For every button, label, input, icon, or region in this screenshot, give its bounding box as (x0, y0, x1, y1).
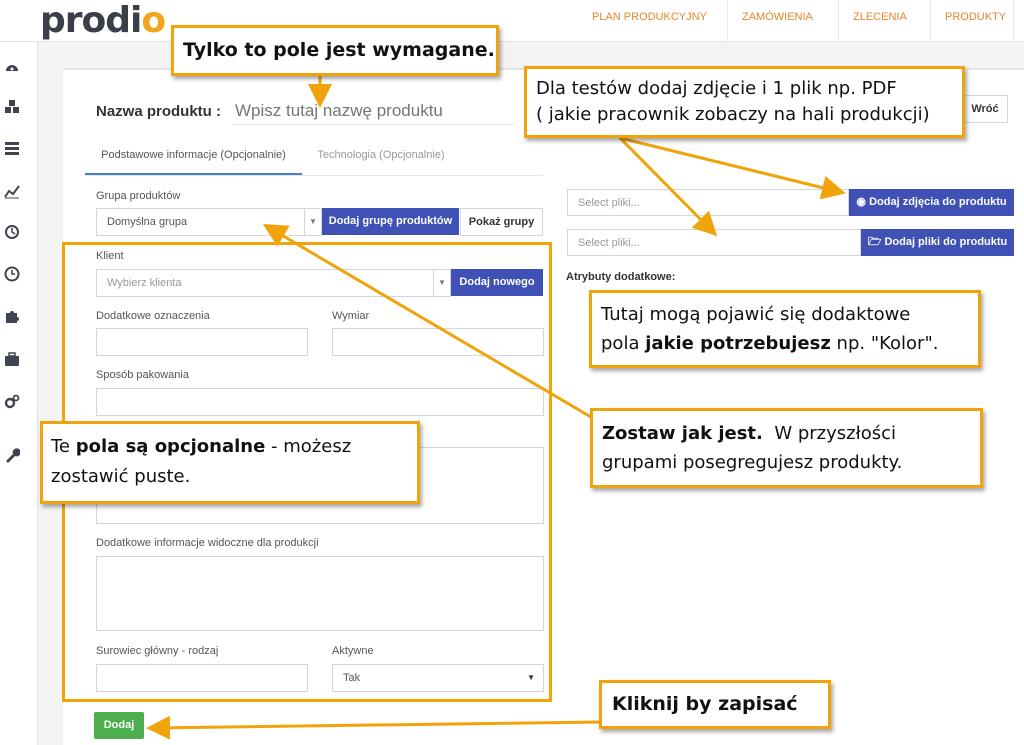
callout-save: Kliknij by zapisać (599, 680, 831, 729)
callout-opt-bold: pola są opcjonalne (75, 436, 266, 457)
callout-opt-line2: zostawić puste. (51, 466, 191, 487)
callout-test-line2: ( jakie pracownik zobaczy na hali produk… (536, 104, 930, 125)
arrow-group (262, 223, 598, 422)
callout-attrs-bold: jakie potrzebujesz (645, 333, 831, 354)
arrow-files (618, 136, 718, 237)
callout-leave-as-is: Zostaw jak jest. W przyszłości grupami p… (590, 408, 983, 488)
callout-opt-a: Te (51, 436, 76, 457)
callout-attrs-c: np. "Kolor". (830, 333, 939, 354)
callout-test-files: Dla testów dodaj zdjęcie i 1 plik np. PD… (524, 66, 965, 138)
callout-opt-line1: Te pola są opcjonalne - możesz (51, 432, 417, 462)
callout-leave-bold: Zostaw jak jest. (602, 423, 763, 444)
callout-leave-line2: grupami posegregujesz produkty. (602, 452, 903, 473)
arrow-save (146, 715, 604, 740)
callout-leave-a: W przyszłości (762, 423, 896, 444)
callout-optional: Te pola są opcjonalne - możesz zostawić … (40, 421, 420, 504)
callout-attrs-line2: pola jakie potrzebujesz np. "Kolor". (601, 329, 978, 358)
callout-required: Tylko to pole jest wymagane. (171, 25, 499, 76)
callout-attrs-line1: Tutaj mogą pojawić się dodaktowe (601, 304, 911, 325)
callout-opt-b: - możesz (265, 436, 352, 457)
callout-leave-line1: Zostaw jak jest. W przyszłości (602, 419, 980, 448)
callout-extra-attributes: Tutaj mogą pojawić się dodaktowe pola ja… (589, 290, 981, 368)
callout-test-line1: Dla testów dodaj zdjęcie i 1 plik np. PD… (536, 78, 897, 99)
callout-attrs-b: pola (601, 333, 646, 354)
arrow-photos (618, 136, 846, 200)
